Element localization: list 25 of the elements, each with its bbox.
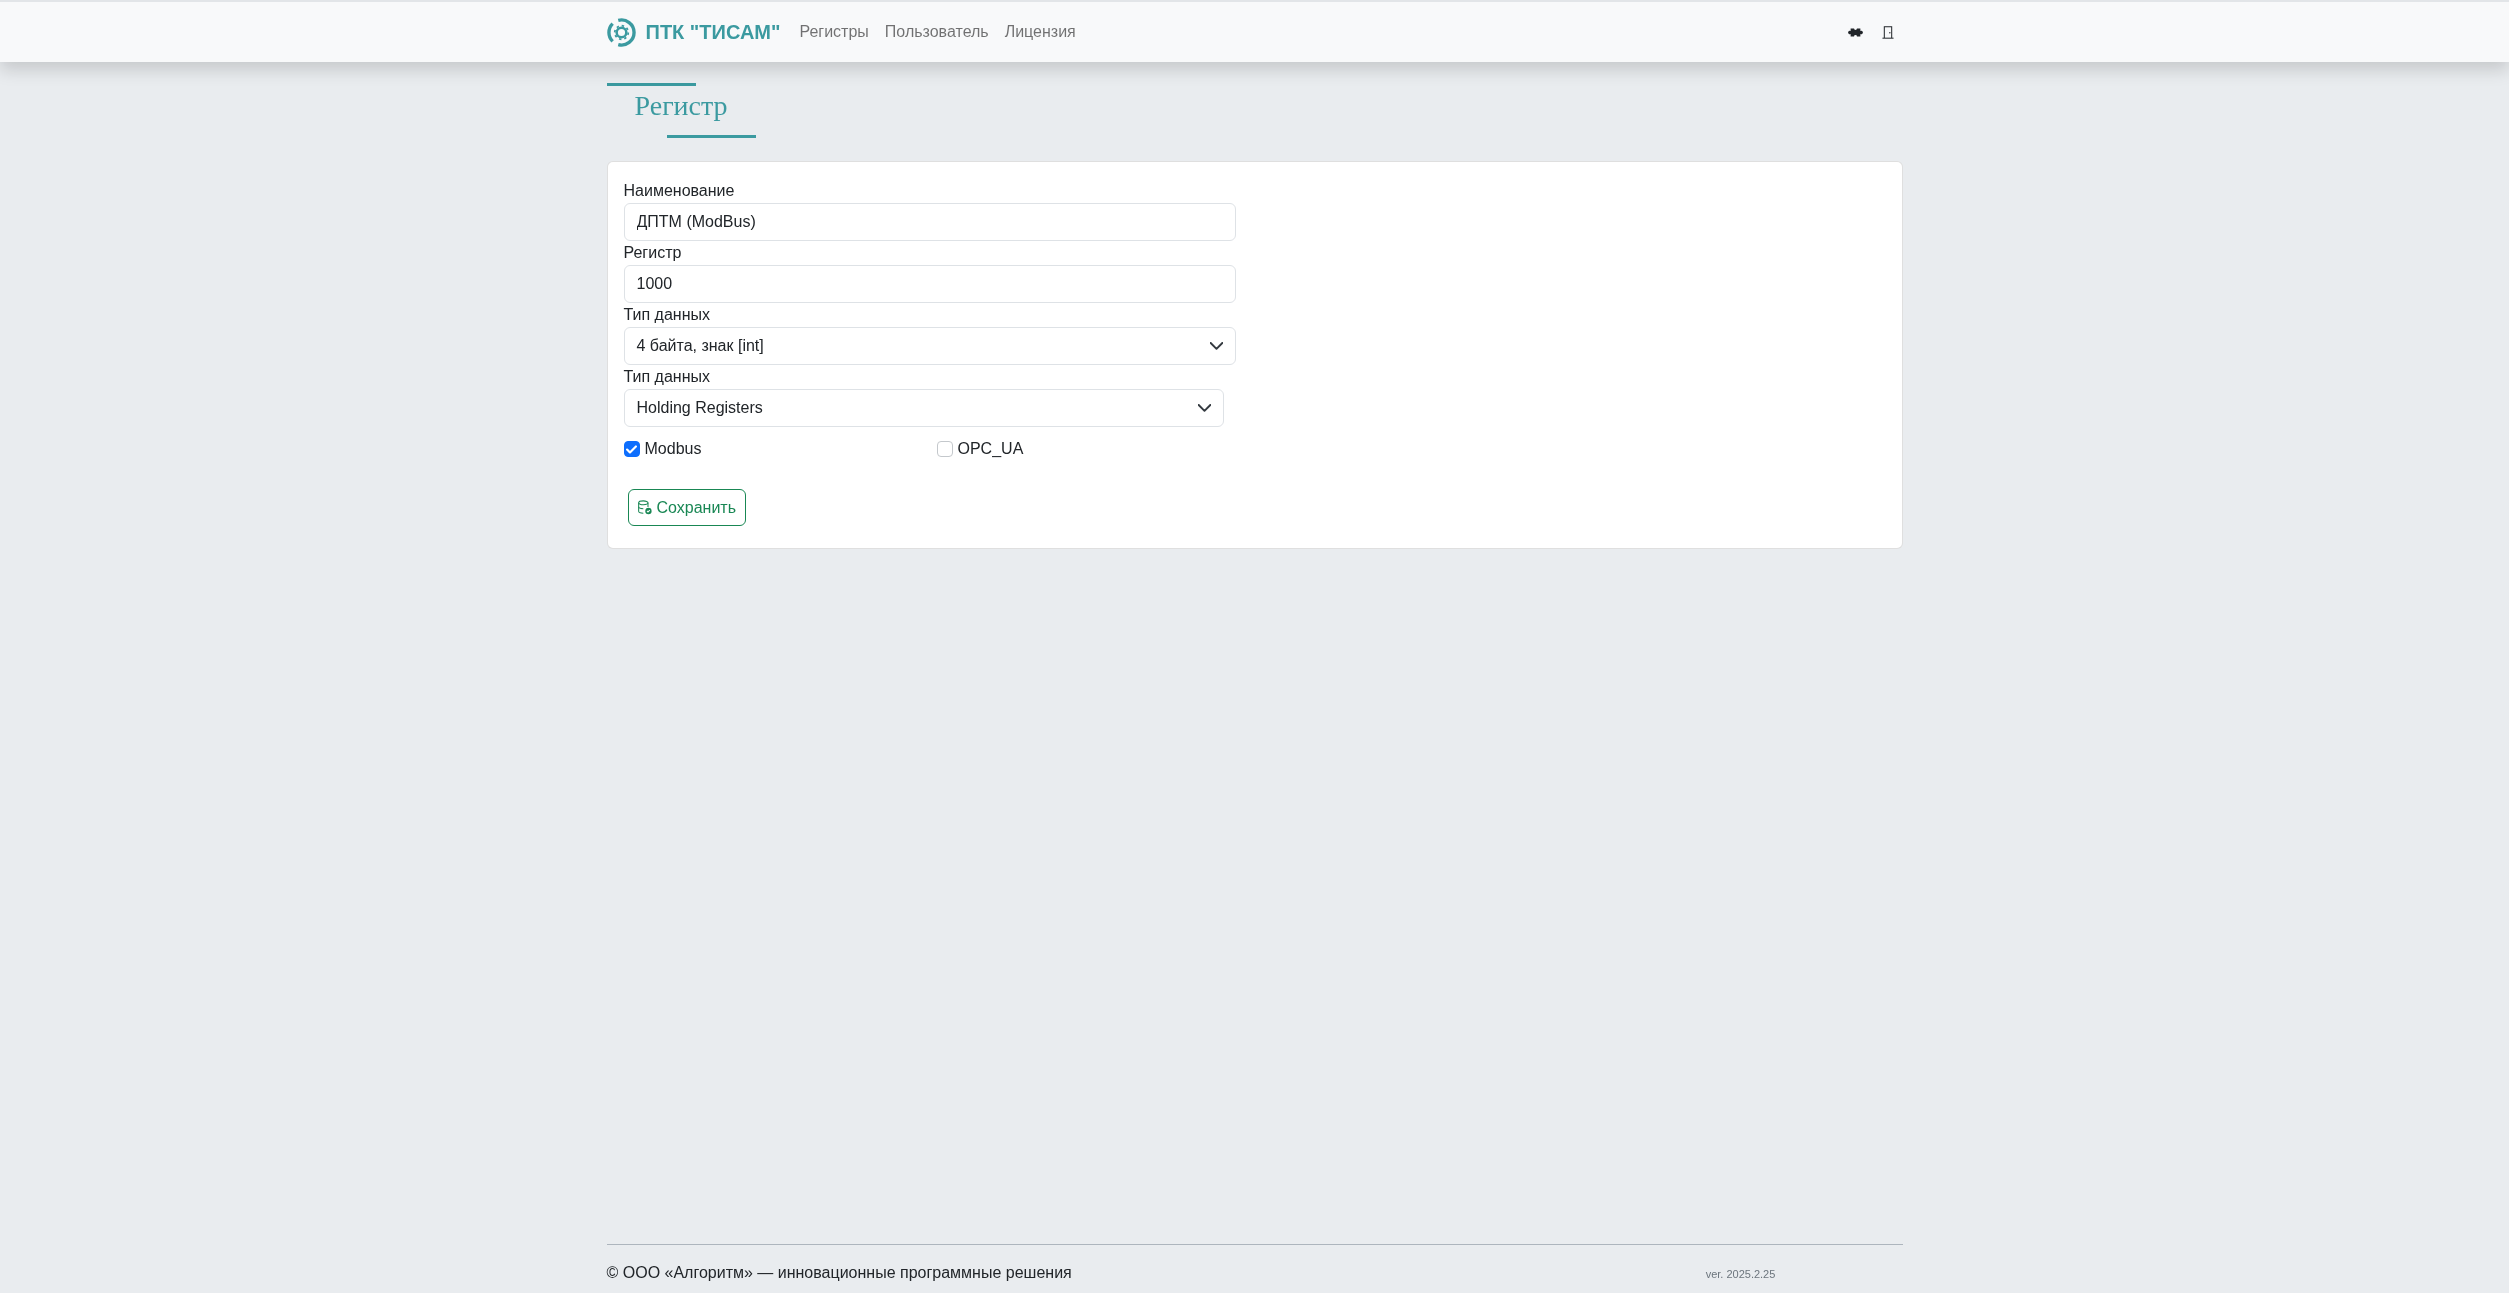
chevron-down-icon bbox=[1209, 342, 1223, 350]
text-input[interactable]: ДПТМ (ModBus) bbox=[623, 203, 1236, 241]
checkbox[interactable] bbox=[623, 441, 640, 457]
field-label: Тип данных bbox=[623, 305, 711, 325]
page-title: Регистр bbox=[634, 89, 728, 123]
nav-link[interactable]: Лицензия bbox=[996, 12, 1084, 52]
checkbox-label[interactable]: Modbus bbox=[644, 437, 702, 461]
door-icon[interactable] bbox=[1881, 25, 1894, 39]
field-label: Регистр bbox=[623, 243, 682, 263]
field-label: Наименование bbox=[623, 181, 735, 201]
select-field[interactable]: Holding Registers bbox=[623, 389, 1224, 427]
database-check-icon bbox=[637, 500, 652, 515]
field-label: Тип данных bbox=[623, 367, 711, 387]
nav-link[interactable]: Регистры bbox=[791, 12, 877, 52]
select-field[interactable]: 4 байта, знак [int] bbox=[623, 327, 1236, 365]
nav-link[interactable]: Пользователь bbox=[876, 12, 997, 52]
text-input[interactable]: 1000 bbox=[623, 265, 1236, 303]
version-text: ver. 2025.2.25 bbox=[1705, 1268, 1776, 1280]
checkbox[interactable] bbox=[936, 441, 953, 457]
copyright-text: © ООО «Алгоритм» — инновационные программные решения bbox=[606, 1264, 1072, 1281]
save-button[interactable]: Сохранить bbox=[627, 489, 746, 526]
gear-icon bbox=[606, 17, 636, 47]
chevron-down-icon bbox=[1197, 404, 1211, 412]
puzzle-icon[interactable] bbox=[1847, 27, 1863, 37]
checkbox-label[interactable]: OPC_UA bbox=[957, 437, 1024, 461]
